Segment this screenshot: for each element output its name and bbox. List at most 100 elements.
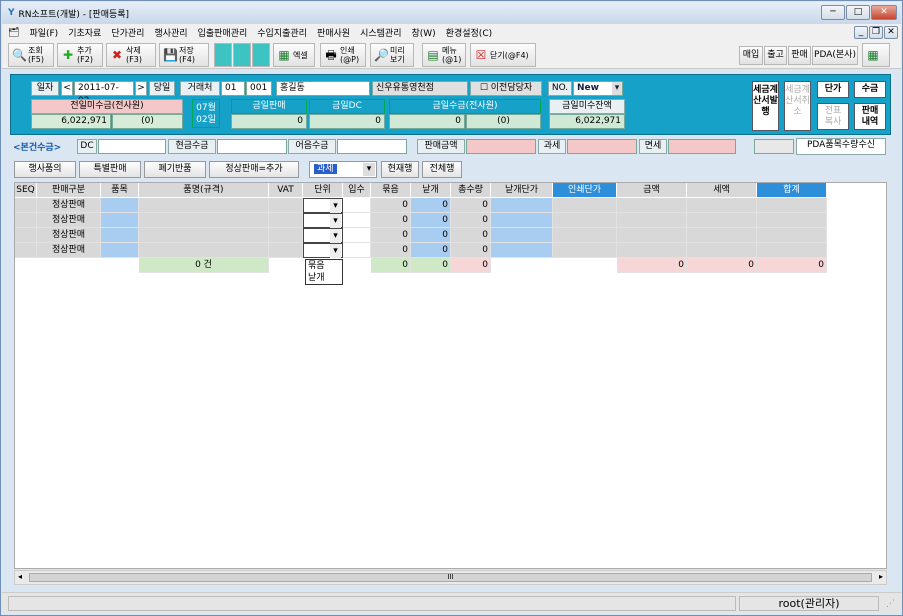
date-next-button[interactable]: > [135, 81, 147, 96]
collect-button[interactable]: 수금 [854, 81, 886, 98]
row-unit-select[interactable]: ▾ [303, 243, 343, 258]
date-prev-button[interactable]: < [61, 81, 73, 96]
sales-detail-button[interactable]: 판매내역 [854, 103, 886, 130]
row-pack[interactable] [343, 198, 371, 213]
trader-name[interactable]: 홍길동 [276, 81, 370, 96]
menu-window[interactable]: 창(W) [411, 26, 435, 39]
row-piece-price[interactable] [491, 243, 553, 258]
row-bundle[interactable]: 0 [371, 198, 411, 213]
slip-copy-button[interactable]: 전표복사 [817, 103, 849, 130]
unit-dropdown-list[interactable]: 묶음 낱개 [305, 259, 343, 285]
today-button[interactable]: 당일 [149, 81, 175, 96]
scroll-right-icon[interactable]: ▸ [879, 572, 883, 581]
col-bundle[interactable]: 묶음 [371, 183, 411, 197]
date-field[interactable]: 2011-07-02 [74, 81, 134, 106]
row-sale-type[interactable]: 정상판매 [37, 213, 101, 228]
nav-prev-icon[interactable] [233, 43, 251, 67]
row-sale-type[interactable]: 정상판매 [37, 198, 101, 213]
row-unit-select[interactable]: ▾ [303, 228, 343, 243]
menu-system[interactable]: 시스템관리 [360, 26, 401, 39]
dc-input[interactable] [98, 139, 166, 154]
col-seq[interactable]: SEQ [15, 183, 37, 197]
out-button[interactable]: 출고 [764, 46, 787, 65]
buy-button[interactable]: 매입 [739, 46, 763, 65]
row-piece-price[interactable] [491, 228, 553, 243]
menu-income[interactable]: 수입지출관리 [257, 26, 307, 39]
tax-invoice-button[interactable]: 세금계산서발행 [752, 81, 779, 131]
scroll-thumb[interactable]: III [29, 573, 872, 582]
nav-first-icon[interactable] [214, 43, 232, 67]
col-vat[interactable]: VAT [269, 183, 303, 197]
preview-button[interactable]: 🔎 미리 보기 [370, 43, 414, 67]
excel-button[interactable]: ▦ 엑셀 [273, 43, 315, 67]
col-sale-type[interactable]: 판매구분 [37, 183, 101, 197]
row-bundle[interactable]: 0 [371, 228, 411, 243]
normal-add-button[interactable]: 정상판매=추가 [209, 161, 299, 178]
row-item[interactable] [101, 198, 139, 213]
row-pack[interactable] [343, 243, 371, 258]
prev-owner-checkbox[interactable]: ☐ 이전담당자 [470, 81, 542, 96]
row-piece[interactable]: 0 [411, 213, 451, 228]
col-unit[interactable]: 단위 [303, 183, 343, 197]
tax-select[interactable]: 과세 ▾ [309, 161, 377, 178]
col-item[interactable]: 품목 [101, 183, 139, 197]
row-bundle[interactable]: 0 [371, 243, 411, 258]
price-button[interactable]: 단가 [817, 81, 849, 98]
no-select[interactable]: New ▾ [573, 81, 623, 96]
menu-price[interactable]: 단가관리 [111, 26, 144, 39]
scroll-left-icon[interactable]: ◂ [18, 572, 22, 581]
inner-close[interactable]: ✕ [884, 26, 898, 39]
menu-salesrep[interactable]: 판매사원 [317, 26, 350, 39]
col-total[interactable]: 합계 [757, 183, 827, 197]
row-sale-type[interactable]: 정상판매 [37, 243, 101, 258]
row-sale-type[interactable]: 정상판매 [37, 228, 101, 243]
col-tax[interactable]: 세액 [687, 183, 757, 197]
add-button[interactable]: ✚ 추가 (F2) [57, 43, 103, 67]
save-button[interactable]: 💾 저장 (F4) [159, 43, 209, 67]
col-print-price[interactable]: 인쇄단가 [553, 183, 617, 197]
trader-code1[interactable]: 01 [221, 81, 245, 96]
dropdown-option[interactable]: 묶음 [308, 260, 342, 272]
row-item[interactable] [101, 228, 139, 243]
print-button[interactable]: 🖶 인쇄 (@P) [320, 43, 366, 67]
menu-event[interactable]: 행사관리 [154, 26, 187, 39]
pda-recv-button[interactable]: PDA품목수량수신 [796, 138, 886, 155]
bill-input[interactable] [337, 139, 407, 154]
row-piece-price[interactable] [491, 213, 553, 228]
row-pack[interactable] [343, 213, 371, 228]
layout-icon[interactable]: ▦ [862, 43, 890, 67]
query-button[interactable]: 🔍 조회 (F5) [8, 43, 54, 67]
row-piece[interactable]: 0 [411, 198, 451, 213]
delete-button[interactable]: ✖ 삭제 (F3) [106, 43, 156, 67]
col-total-qty[interactable]: 총수량 [451, 183, 491, 197]
row-item[interactable] [101, 213, 139, 228]
menu-file[interactable]: 파일(F) [29, 26, 58, 39]
row-item[interactable] [101, 243, 139, 258]
col-piece[interactable]: 낱개 [411, 183, 451, 197]
cash-input[interactable] [217, 139, 287, 154]
event-button[interactable]: 행사품의 [14, 161, 76, 178]
col-pack[interactable]: 입수 [343, 183, 371, 197]
row-piece[interactable]: 0 [411, 243, 451, 258]
row-unit-select[interactable]: ▾ [303, 213, 343, 228]
menu-settings[interactable]: 환경설정(C) [446, 26, 492, 39]
maximize-button[interactable]: □ [846, 5, 870, 20]
pda-button[interactable]: PDA(본사) [812, 46, 858, 65]
horizontal-scrollbar[interactable]: ◂ III ▸ [14, 570, 887, 585]
close-button[interactable]: ✕ [871, 5, 897, 20]
row-piece[interactable]: 0 [411, 228, 451, 243]
inner-minimize[interactable]: _ [854, 26, 868, 39]
row-unit-select[interactable]: ▾ [303, 198, 343, 213]
menu-button[interactable]: ▤ 메뉴 (@1) [422, 43, 466, 67]
close-screen-button[interactable]: ☒ 닫기(@F4) [470, 43, 536, 67]
tax-cancel-button[interactable]: 세금계산서취소 [784, 81, 811, 131]
menu-inout[interactable]: 입출판매관리 [198, 26, 248, 39]
col-name[interactable]: 품명(규격) [139, 183, 269, 197]
sell-button[interactable]: 판매 [788, 46, 811, 65]
col-amount[interactable]: 금액 [617, 183, 687, 197]
current-row-button[interactable]: 현재행 [381, 161, 419, 178]
col-piece-price[interactable]: 낱개단가 [491, 183, 553, 197]
dropdown-option[interactable]: 낱개 [308, 272, 342, 284]
menu-basic[interactable]: 기초자료 [68, 26, 101, 39]
row-bundle[interactable]: 0 [371, 213, 411, 228]
